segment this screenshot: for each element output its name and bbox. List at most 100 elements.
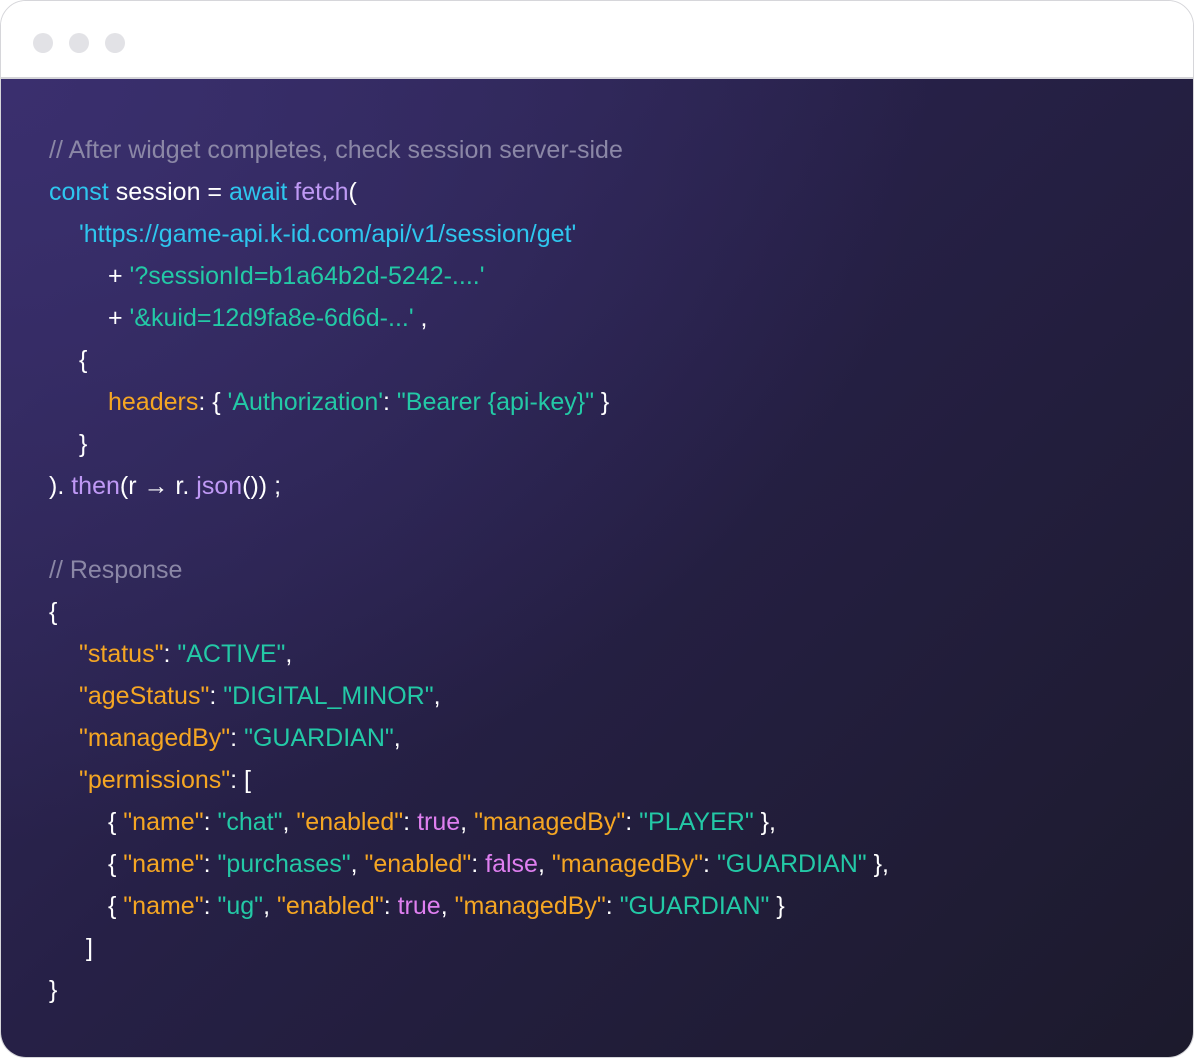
code-token: (r → r. xyxy=(119,472,197,500)
code-token: '?sessionId=b1a64b2d-5242-....' xyxy=(129,262,485,290)
code-token: , xyxy=(263,892,277,920)
code-token: , xyxy=(413,304,428,332)
code-token: + xyxy=(108,262,130,290)
window-dot-icon xyxy=(33,33,53,53)
code-line: "permissions": [ xyxy=(49,759,889,801)
code-token: // Response xyxy=(49,556,183,584)
code-line: { "name": "purchases", "enabled": false,… xyxy=(49,843,889,885)
code-token: }, xyxy=(753,808,776,836)
code-line: { xyxy=(49,591,889,633)
code-token: "name" xyxy=(123,892,204,920)
code-token: 'Authorization' xyxy=(227,388,384,416)
code-window: // After widget completes, check session… xyxy=(0,0,1194,1058)
code-token: : xyxy=(230,724,245,752)
code-token: { xyxy=(108,850,124,878)
code-line: } xyxy=(49,969,889,1011)
code-token: true xyxy=(397,892,441,920)
code-token: "name" xyxy=(123,808,204,836)
code-token: } xyxy=(769,892,785,920)
code-line: ). then(r → r. json()) ; xyxy=(49,465,889,507)
code-token: true xyxy=(417,808,461,836)
code-token: : xyxy=(203,808,218,836)
code-token: "Bearer {api-key}" xyxy=(396,388,594,416)
code-token: "status" xyxy=(79,640,164,668)
code-token: "managedBy" xyxy=(454,892,606,920)
code-line: 'https://game-api.k-id.com/api/v1/sessio… xyxy=(49,213,889,255)
code-line: headers: { 'Authorization': "Bearer {api… xyxy=(49,381,889,423)
code-token: fetch xyxy=(294,178,349,206)
code-token: } xyxy=(79,430,88,458)
code-token: ] xyxy=(79,934,93,962)
code-token: false xyxy=(485,850,538,878)
code-token: "managedBy" xyxy=(474,808,626,836)
code-token: "ug" xyxy=(217,892,264,920)
code-token: , xyxy=(537,850,552,878)
code-token: "PLAYER" xyxy=(639,808,754,836)
code-line: // Response xyxy=(49,549,889,591)
code-token: { xyxy=(108,808,124,836)
code-token: + xyxy=(108,304,130,332)
code-token: "GUARDIAN" xyxy=(716,850,867,878)
code-token: { xyxy=(49,598,58,626)
code-token: '&kuid=12d9fa8e-6d6d-...' xyxy=(129,304,414,332)
code-line: // After widget completes, check session… xyxy=(49,129,889,171)
code-token: , xyxy=(393,724,401,752)
code-token: : xyxy=(163,640,178,668)
code-token: } xyxy=(593,388,610,416)
code-token: "ACTIVE" xyxy=(177,640,286,668)
code-token: : xyxy=(203,850,218,878)
code-line: const session = await fetch( xyxy=(49,171,889,213)
code-token: "chat" xyxy=(217,808,283,836)
code-line: + '?sessionId=b1a64b2d-5242-....' xyxy=(49,255,889,297)
code-token: ( xyxy=(348,178,357,206)
window-dot-icon xyxy=(69,33,89,53)
code-token: "managedBy" xyxy=(551,850,704,878)
code-token: await xyxy=(228,178,288,206)
code-token: }, xyxy=(866,850,889,878)
code-line: ] xyxy=(49,927,889,969)
code-token: session = xyxy=(108,178,229,206)
code-token: : [ xyxy=(230,766,251,794)
code-token: then xyxy=(71,472,120,500)
code-line: { xyxy=(49,339,889,381)
code-token: // After widget completes, check session… xyxy=(49,136,623,164)
code-token: const xyxy=(49,178,109,206)
code-token: "ageStatus" xyxy=(79,682,210,710)
code-token: "enabled" xyxy=(296,808,404,836)
code-token: "GUARDIAN" xyxy=(244,724,394,752)
code-token: , xyxy=(282,808,297,836)
code-token: "name" xyxy=(123,850,204,878)
code-token: 'https://game-api.k-id.com/api/v1/sessio… xyxy=(79,220,577,248)
code-token: : xyxy=(703,850,717,878)
code-token: : xyxy=(605,892,620,920)
code-token: "DIGITAL_MINOR" xyxy=(223,682,434,710)
code-line: "ageStatus": "DIGITAL_MINOR", xyxy=(49,675,889,717)
code-token: , xyxy=(433,682,441,710)
code-line: { "name": "ug", "enabled": true, "manage… xyxy=(49,885,889,927)
code-editor: // After widget completes, check session… xyxy=(1,79,1193,1057)
code-token: headers xyxy=(108,388,199,416)
code-token: : xyxy=(203,892,218,920)
code-token: ). xyxy=(49,472,72,500)
window-titlebar xyxy=(1,1,1193,79)
code-token: } xyxy=(49,976,58,1004)
code-line: "status": "ACTIVE", xyxy=(49,633,889,675)
code-line: { "name": "chat", "enabled": true, "mana… xyxy=(49,801,889,843)
code-token: "purchases" xyxy=(217,850,351,878)
code-token: "enabled" xyxy=(276,892,384,920)
code-line: "managedBy": "GUARDIAN", xyxy=(49,717,889,759)
code-token: "managedBy" xyxy=(79,724,231,752)
code-token: : { xyxy=(198,388,228,416)
code-token: "GUARDIAN" xyxy=(619,892,770,920)
code-token: { xyxy=(79,346,88,374)
code-token: , xyxy=(460,808,475,836)
code-token: , xyxy=(350,850,365,878)
code-token: : xyxy=(625,808,640,836)
code-token: : xyxy=(403,808,418,836)
code-token: json xyxy=(196,472,243,500)
code-token: : xyxy=(383,892,398,920)
code-token: ()) ; xyxy=(242,472,282,500)
code-token: : xyxy=(209,682,224,710)
code-token: , xyxy=(440,892,455,920)
